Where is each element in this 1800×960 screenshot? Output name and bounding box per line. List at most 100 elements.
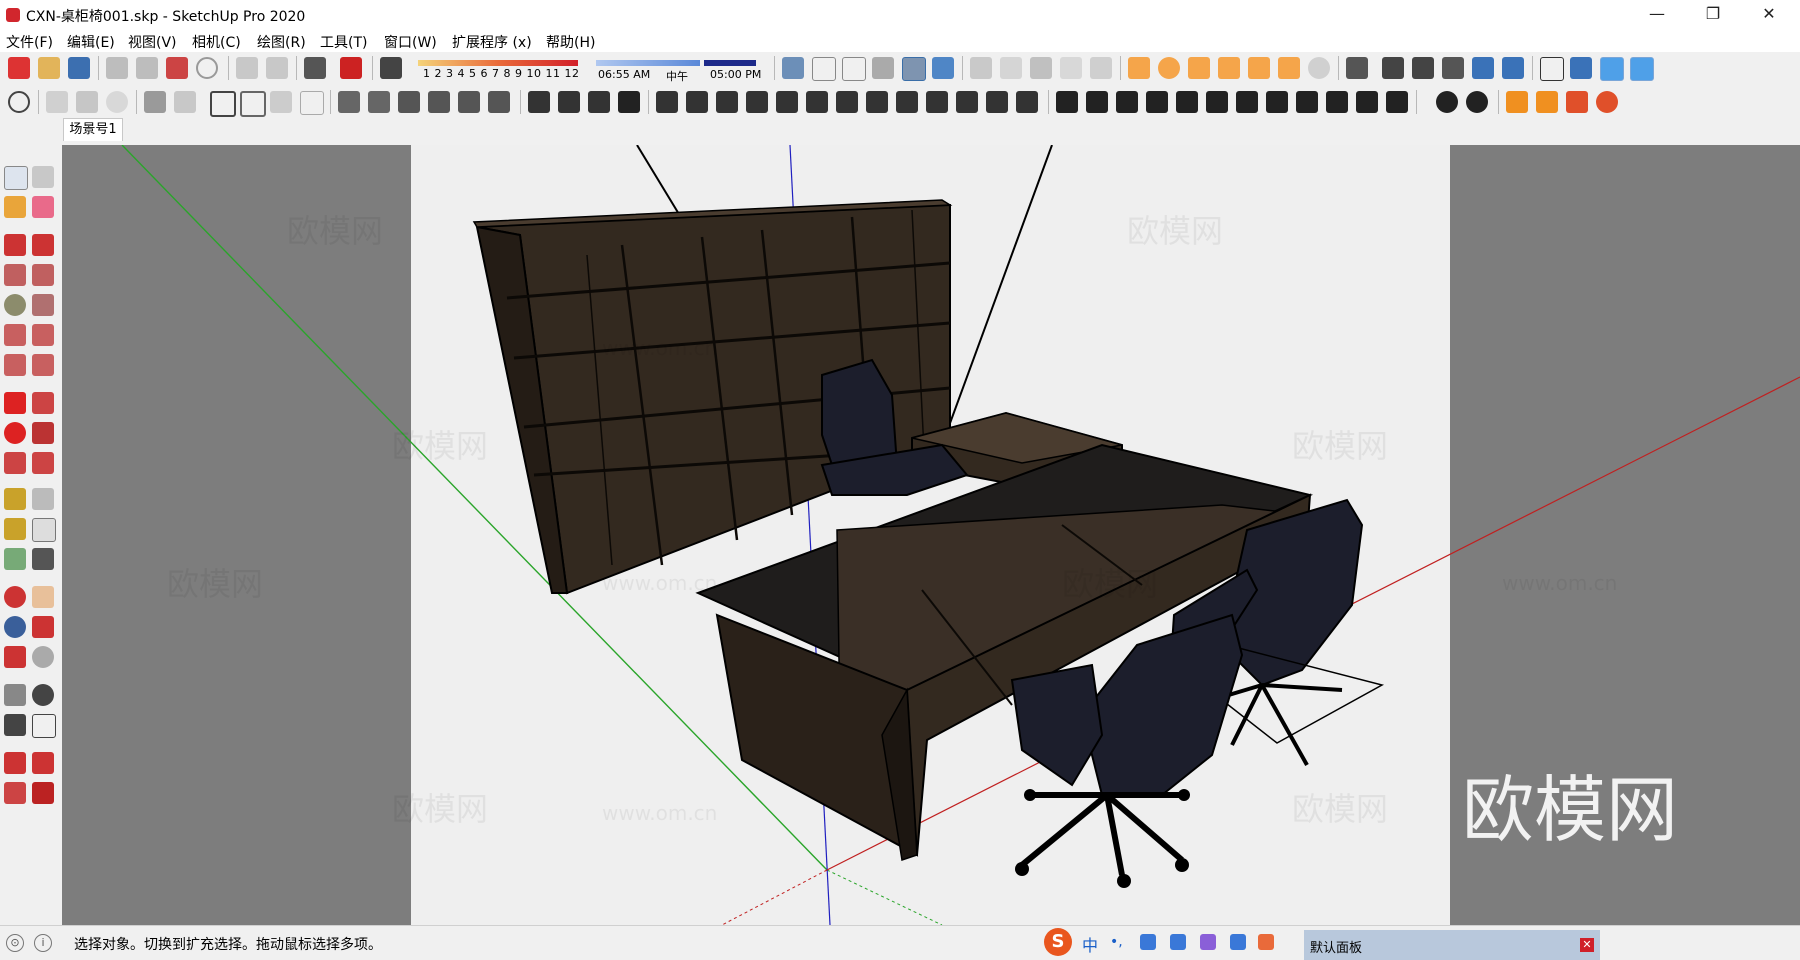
sandbox-icon[interactable] xyxy=(1060,57,1082,79)
component-icon-1[interactable] xyxy=(1382,57,1404,79)
zoom-window-icon[interactable] xyxy=(32,616,54,638)
three-point-arc-icon[interactable] xyxy=(4,354,26,376)
new-file-icon[interactable] xyxy=(8,57,30,79)
columns-icon[interactable] xyxy=(558,91,580,113)
cut-icon[interactable] xyxy=(106,57,128,79)
modify-tool-1-icon[interactable] xyxy=(1056,91,1078,113)
extension-tool-2-icon[interactable] xyxy=(1158,57,1180,79)
hidden-line-style-icon[interactable] xyxy=(842,57,866,81)
tab-scene-1[interactable]: 场景号1 xyxy=(63,118,123,141)
render-tool-1-icon[interactable] xyxy=(1436,91,1458,113)
menu-extensions[interactable]: 扩展程序 (x) xyxy=(452,32,532,52)
draw-tool-8-icon[interactable] xyxy=(866,91,888,113)
draw-tool-2-icon[interactable] xyxy=(686,91,708,113)
component-icon-3[interactable] xyxy=(1442,57,1464,79)
draw-tool-1-icon[interactable] xyxy=(656,91,678,113)
ime-punctuation-toggle[interactable]: •, xyxy=(1110,934,1126,950)
monochrome-style-icon[interactable] xyxy=(932,57,954,79)
extension-tool-5-icon[interactable] xyxy=(1248,57,1270,79)
ime-language-toggle[interactable]: 中 xyxy=(1082,932,1098,956)
house-view-front-icon[interactable] xyxy=(398,91,420,113)
text-tool-icon[interactable] xyxy=(32,518,56,542)
sandbox-scratch-icon[interactable] xyxy=(174,91,196,113)
rotate-tool-icon[interactable] xyxy=(4,422,26,444)
section-fill-icon[interactable] xyxy=(210,91,236,117)
render-tool-2-icon[interactable] xyxy=(1466,91,1488,113)
layout-send-icon[interactable] xyxy=(4,782,26,804)
share-model-icon[interactable] xyxy=(32,752,54,774)
shaded-textures-style-icon[interactable] xyxy=(902,57,926,81)
modify-tool-10-icon[interactable] xyxy=(1326,91,1348,113)
axes-icon[interactable] xyxy=(1540,57,1564,81)
draw-tool-4-icon[interactable] xyxy=(746,91,768,113)
draw-tool-13-icon[interactable] xyxy=(1016,91,1038,113)
draw-tool-10-icon[interactable] xyxy=(926,91,948,113)
scale-tool-icon[interactable] xyxy=(4,452,26,474)
menu-edit[interactable]: 编辑(E) xyxy=(67,32,115,52)
menu-window[interactable]: 窗口(W) xyxy=(384,32,437,52)
previous-view-icon[interactable] xyxy=(32,646,54,668)
section-display-icon[interactable] xyxy=(270,91,292,113)
draw-tool-12-icon[interactable] xyxy=(986,91,1008,113)
section-cut-icon[interactable] xyxy=(240,91,266,117)
make-component-icon[interactable] xyxy=(32,166,54,188)
modify-tool-9-icon[interactable] xyxy=(1296,91,1318,113)
draw-tool-5-icon[interactable] xyxy=(776,91,798,113)
cloud-icon[interactable] xyxy=(106,91,128,113)
draw-tool-7-icon[interactable] xyxy=(836,91,858,113)
draw-tool-11-icon[interactable] xyxy=(956,91,978,113)
default-panel[interactable]: 默认面板 ✕ xyxy=(1304,930,1600,960)
circle-tool-icon[interactable] xyxy=(4,294,26,316)
layers-icon[interactable] xyxy=(1346,57,1368,79)
top-view-icon[interactable] xyxy=(1030,57,1052,79)
modify-tool-2-icon[interactable] xyxy=(1086,91,1108,113)
pan-tool-icon[interactable] xyxy=(32,586,54,608)
open-folder-icon[interactable] xyxy=(38,57,60,79)
zoom-tool-icon[interactable] xyxy=(4,616,26,638)
house-view-iso-icon[interactable] xyxy=(338,91,360,113)
undo-icon[interactable] xyxy=(236,57,258,79)
view-cube-icon[interactable] xyxy=(1570,57,1592,79)
shaded-style-icon[interactable] xyxy=(872,57,894,79)
parallel-projection-icon[interactable] xyxy=(1630,57,1654,81)
microphone-icon[interactable] xyxy=(1140,934,1156,950)
3d-text-icon[interactable] xyxy=(32,548,54,570)
orbit-tool-icon[interactable] xyxy=(4,586,26,608)
menu-camera[interactable]: 相机(C) xyxy=(192,32,241,52)
select-tool-icon[interactable] xyxy=(4,166,28,190)
shadow-date-slider[interactable] xyxy=(418,60,578,66)
curve-icon[interactable] xyxy=(588,91,610,113)
erase-selection-icon[interactable] xyxy=(196,57,218,79)
rotated-rectangle-icon[interactable] xyxy=(32,264,54,286)
draw-tool-3-icon[interactable] xyxy=(716,91,738,113)
protractor-icon[interactable] xyxy=(4,518,26,540)
perspective-icon[interactable] xyxy=(1600,57,1624,81)
menu-view[interactable]: 视图(V) xyxy=(128,32,177,52)
toolbox-icon[interactable] xyxy=(1230,934,1246,950)
tape-measure-icon[interactable] xyxy=(4,488,26,510)
plugin-tool-1-icon[interactable] xyxy=(1506,91,1528,113)
draw-tool-6-icon[interactable] xyxy=(806,91,828,113)
section-plane-tool-icon[interactable] xyxy=(32,714,56,738)
shadow-time-slider-end[interactable] xyxy=(704,60,756,66)
modify-tool-3-icon[interactable] xyxy=(1116,91,1138,113)
skin-icon[interactable] xyxy=(1200,934,1216,950)
two-point-arc-icon[interactable] xyxy=(32,324,54,346)
xray-style-icon[interactable] xyxy=(782,57,804,79)
position-camera-icon[interactable] xyxy=(4,684,26,706)
menu-tools[interactable]: 工具(T) xyxy=(320,32,367,52)
offset-tool-icon[interactable] xyxy=(32,452,54,474)
geo-location-icon[interactable]: ⊙ xyxy=(6,934,24,952)
plugin-tool-3-icon[interactable] xyxy=(1566,91,1588,113)
line-tool-icon[interactable] xyxy=(4,234,26,256)
pie-tool-icon[interactable] xyxy=(32,354,54,376)
shadow-time-slider[interactable] xyxy=(596,60,700,66)
menu-file[interactable]: 文件(F) xyxy=(6,32,53,52)
menu-draw[interactable]: 绘图(R) xyxy=(257,32,306,52)
plugin-tool-4-icon[interactable] xyxy=(1596,91,1618,113)
component-icon-4[interactable] xyxy=(1472,57,1494,79)
zoom-extents-icon[interactable] xyxy=(4,646,26,668)
sandbox-from-contours-icon[interactable] xyxy=(144,91,166,113)
look-around-icon[interactable] xyxy=(32,684,54,706)
copy-icon[interactable] xyxy=(136,57,158,79)
